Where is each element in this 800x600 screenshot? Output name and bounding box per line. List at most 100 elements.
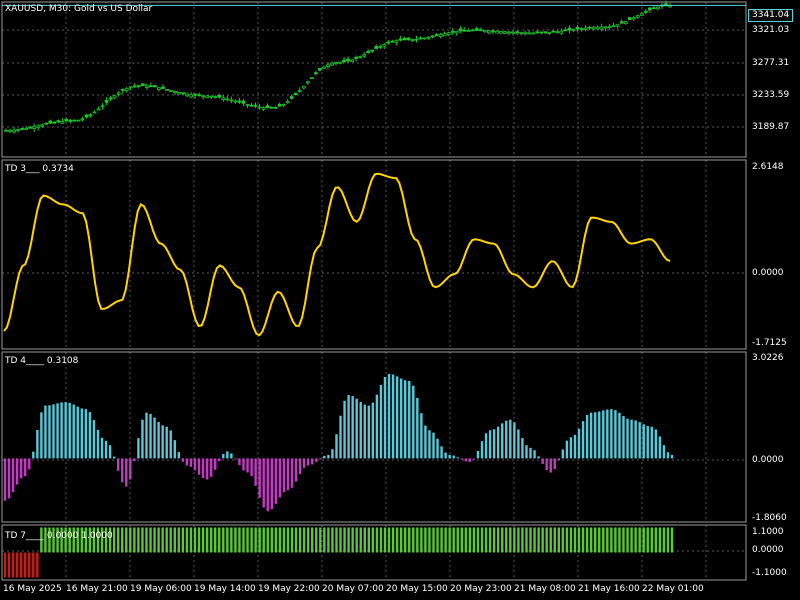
td7-bar	[177, 527, 181, 553]
td4-bar	[351, 396, 354, 459]
price-candle-body	[334, 61, 338, 64]
price-candle-body	[587, 26, 592, 29]
td4-bar	[371, 402, 375, 459]
td4-bar	[577, 428, 581, 459]
price-candle-body	[354, 57, 359, 59]
price-candle-body	[189, 94, 194, 98]
td7-bar	[589, 527, 593, 553]
td7-bar	[205, 527, 209, 553]
td7-bar	[133, 527, 136, 553]
price-candle-body	[539, 31, 544, 34]
td4-bar	[153, 417, 156, 459]
time-axis-label: 19 May 22:00	[258, 584, 320, 594]
td4-bar	[177, 452, 181, 459]
price-candle-body	[116, 92, 121, 95]
td4-bar	[137, 438, 140, 459]
price-candle-body	[567, 27, 572, 31]
td4-bar	[488, 430, 492, 459]
td7-bar	[383, 527, 387, 553]
td7-bar	[585, 527, 589, 553]
price-candle-body	[148, 85, 153, 88]
td4-bar	[561, 449, 565, 459]
price-candle-body	[261, 107, 266, 110]
td7-bar	[197, 527, 201, 553]
td7-bar	[367, 527, 371, 553]
price-candle-body	[362, 54, 367, 57]
price-candle-body	[233, 100, 238, 103]
td4-bar	[149, 413, 152, 459]
td7-bar	[347, 527, 350, 553]
price-candle-body	[603, 26, 608, 29]
td4-bar	[214, 458, 217, 470]
price-candle-body	[519, 32, 524, 35]
price-candle-body	[289, 96, 294, 99]
td4-bar	[444, 452, 447, 459]
price-candle-body	[515, 31, 519, 34]
td4-axis-label: 0.0000	[752, 455, 784, 465]
td7-bar	[3, 552, 7, 578]
td7-bar	[278, 527, 282, 553]
td4-bar	[234, 458, 237, 460]
td4-bar	[456, 457, 459, 459]
td7-bar	[266, 527, 269, 553]
price-candle-body	[575, 26, 580, 30]
price-candle-body	[124, 87, 129, 91]
td4-bar	[108, 445, 112, 459]
price-candle-body	[458, 28, 463, 32]
td4-bar	[327, 454, 330, 459]
price-candle-body	[414, 38, 419, 41]
td4-bar	[662, 445, 666, 459]
price-candle-body	[128, 86, 133, 89]
price-candle-body	[241, 100, 246, 104]
td4-bar	[666, 452, 670, 459]
td4-bar	[359, 401, 362, 459]
td4-bar	[141, 419, 144, 459]
price-candle-body	[68, 120, 73, 122]
td7-bar	[541, 527, 544, 553]
time-axis-label: 20 May 07:00	[322, 584, 384, 594]
time-axis-label: 16 May 2025	[3, 584, 62, 594]
price-candle-body	[293, 92, 298, 95]
td7-bar	[137, 527, 140, 553]
td4-bar	[541, 458, 544, 464]
td4-bar	[545, 458, 548, 471]
price-candle-body	[225, 98, 230, 101]
td4-bar	[492, 429, 496, 459]
td7-bar	[343, 527, 346, 553]
price-candle-body	[281, 103, 286, 106]
td4-bar	[363, 404, 366, 459]
td7-bar	[606, 527, 609, 553]
td7-bar	[157, 527, 160, 553]
td7-bar	[129, 527, 132, 553]
td4-bar	[274, 458, 278, 504]
td4-bar	[606, 409, 609, 459]
td7-bar	[488, 527, 492, 553]
td4-bar	[598, 411, 601, 459]
td4-bar	[476, 450, 480, 459]
price-candle-body	[346, 58, 350, 62]
td4-bar	[100, 437, 104, 459]
td7-bar	[165, 527, 168, 553]
td7-bar	[226, 527, 229, 553]
price-candle-body	[434, 34, 439, 37]
td4-bar	[654, 429, 658, 459]
trading-chart[interactable]	[0, 0, 800, 600]
td4-bar	[24, 458, 27, 477]
time-axis-label: 16 May 21:00	[66, 584, 128, 594]
td4-bar	[618, 412, 621, 459]
td4-bar	[258, 458, 261, 498]
td7-bar	[379, 527, 383, 553]
chart-symbol-title: XAUUSD, M30: Gold vs US Dollar	[5, 4, 153, 14]
td4-bar	[452, 455, 455, 459]
td7-bar	[327, 527, 330, 553]
td7-bar	[286, 527, 290, 553]
td7-bar	[209, 527, 213, 553]
price-candle-body	[631, 17, 636, 20]
td7-bar	[412, 527, 415, 553]
td3-axis-label: -1.7125	[752, 338, 787, 348]
price-candle-body	[221, 97, 226, 100]
price-candle-body	[402, 37, 407, 41]
td4-bar	[529, 447, 532, 459]
td7-bar	[428, 527, 431, 553]
price-candle-body	[173, 91, 177, 93]
